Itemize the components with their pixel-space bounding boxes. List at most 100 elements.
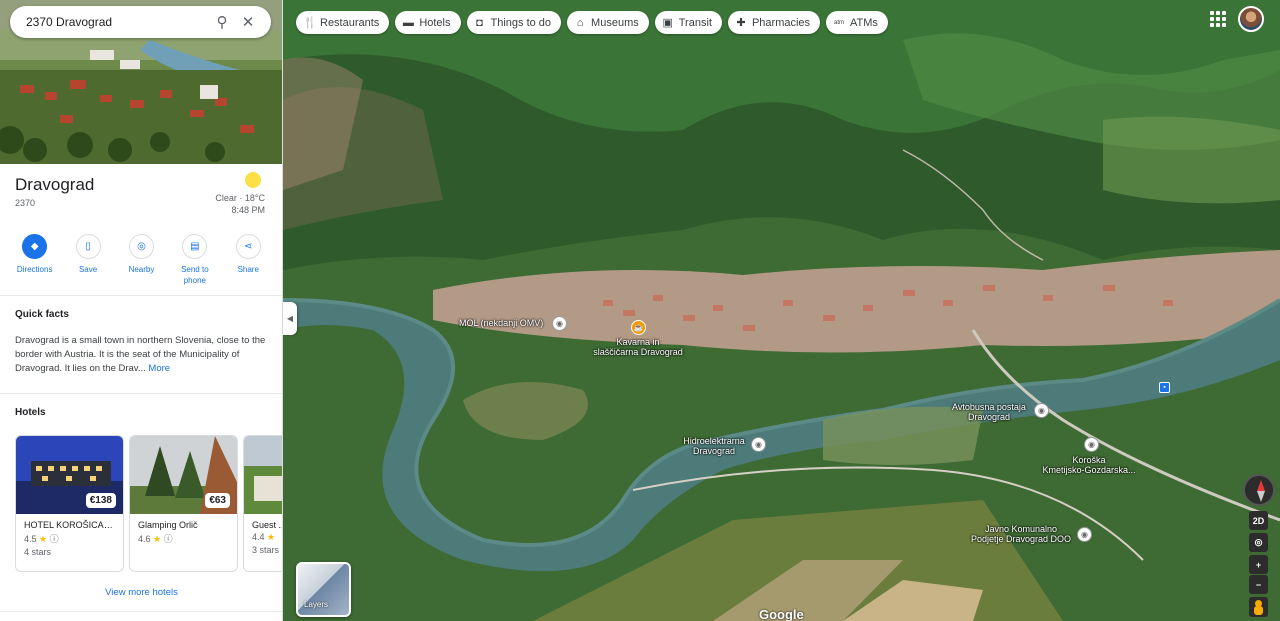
directions-label: Directions [16, 265, 53, 274]
save-label: Save [78, 265, 98, 274]
quick-facts-text: Dravograd is a small town in northern Sl… [15, 334, 270, 376]
compass-icon[interactable] [1243, 474, 1275, 506]
map-canvas[interactable]: 🍴 Restaurants ▬ Hotels ◘ Things to do ⌂ Muse… [283, 0, 1280, 621]
landmark-pin-icon[interactable]: ◉ [751, 437, 766, 452]
avatar[interactable] [1238, 6, 1264, 32]
share-icon: ⋖ [235, 234, 261, 259]
pegman-icon[interactable] [1249, 597, 1268, 617]
map-label-kavarna[interactable]: Kavarna in slaščičarna Dravograd [588, 337, 688, 357]
close-icon[interactable]: ✕ [235, 13, 261, 31]
place-postal-code: 2370 [15, 198, 36, 208]
side-panel: 2370 Dravograd ⚲ ✕ Dravograd 2370 Clear … [0, 0, 283, 621]
phone-icon: ▤ [182, 234, 208, 259]
hotel-name: HOTEL KOROŠICA, ... [24, 520, 117, 530]
layers-button[interactable]: Layers [296, 562, 351, 617]
bed-icon: ▬ [402, 16, 414, 29]
gas-station-pin-icon[interactable]: ◉ [552, 316, 567, 331]
info-icon[interactable]: ⓘ [164, 534, 173, 544]
hotel-card[interactable]: €138 HOTEL KOROŠICA, ... 4.5 ★ ⓘ 4 stars [15, 435, 124, 572]
map-label-hidroelektrarna[interactable]: Hidroelektrarna Dravograd [679, 436, 749, 456]
map-label-javno-komunalno[interactable]: Javno Komunalno Podjetje Dravograd DOO [966, 524, 1076, 544]
my-location-icon[interactable]: ◎ [1249, 533, 1268, 552]
shop-pin-icon[interactable]: ◉ [1084, 437, 1099, 452]
hotel-photo: €138 [16, 436, 123, 514]
hotel-class: 3 stars [252, 545, 280, 555]
toggle-2d-button[interactable]: 2D [1249, 511, 1268, 530]
fork-knife-icon: 🍴 [303, 17, 317, 29]
search-input[interactable]: 2370 Dravograd [26, 15, 209, 29]
search-icon[interactable]: ⚲ [209, 13, 235, 31]
hotel-photo: €63 [130, 436, 237, 514]
zoom-in-button[interactable]: + [1249, 555, 1268, 574]
chip-things-to-do[interactable]: ◘ Things to do [466, 11, 562, 34]
museum-icon: ⌂ [576, 16, 584, 29]
zoom-out-button[interactable]: − [1249, 575, 1268, 594]
cafe-pin-icon[interactable]: ☕ [631, 320, 646, 335]
chip-hotels[interactable]: ▬ Hotels [395, 11, 461, 34]
map-label-mol[interactable]: MOL (nekdanji OMV) [459, 318, 543, 328]
share-button[interactable]: ⋖ Share [223, 234, 273, 286]
chip-label: Restaurants [320, 16, 380, 29]
weather-widget: Clear · 18°C 8:48 PM [215, 172, 265, 216]
weather-time: 8:48 PM [231, 205, 265, 215]
share-label: Share [237, 265, 259, 274]
chip-restaurants[interactable]: 🍴 Restaurants [296, 11, 390, 34]
transit-pin-icon[interactable]: ▪ [1159, 382, 1170, 393]
send-to-phone-button[interactable]: ▤ Send to phone [170, 234, 220, 286]
chip-label: Museums [591, 16, 639, 29]
google-attribution: Google [759, 607, 804, 621]
chip-label: Things to do [490, 16, 552, 29]
hotel-photo [244, 436, 282, 514]
send-to-phone-label-2: phone [183, 276, 206, 285]
more-link[interactable]: More [148, 363, 170, 374]
pharmacy-icon: ✚ [736, 17, 746, 29]
quick-facts-heading: Quick facts [15, 309, 69, 320]
map-label-avtobus-line1: Avtobusna postaja [952, 402, 1026, 412]
chip-pharmacies[interactable]: ✚ Pharmacies [727, 11, 821, 34]
divider [0, 295, 282, 296]
office-pin-icon[interactable]: ◉ [1077, 527, 1092, 542]
map-label-javno-line1: Javno Komunalno [984, 524, 1058, 534]
train-icon: ▣ [662, 17, 673, 29]
search-box[interactable]: 2370 Dravograd ⚲ ✕ [10, 6, 271, 38]
bus-stop-pin-icon[interactable]: ◉ [1034, 403, 1049, 418]
chip-label: Pharmacies [751, 16, 811, 29]
hotel-price: €63 [205, 493, 230, 508]
divider [0, 393, 282, 394]
view-more-hotels-link[interactable]: View more hotels [0, 587, 282, 598]
nearby-button[interactable]: ◎ Nearby [116, 234, 166, 286]
map-label-koroska[interactable]: Koroška Kmetijsko-Gozdarska... [1034, 455, 1144, 475]
action-bar: ◆ Directions ▯ Save ◎ Nearby ▤ Send to p… [0, 234, 282, 286]
collapse-panel-button[interactable]: ◀ [283, 302, 297, 335]
star-icon: ★ [267, 532, 276, 542]
star-icon: ★ [39, 534, 48, 544]
hotel-card[interactable]: Guest ... 4.4 ★ 3 stars [243, 435, 282, 572]
satellite-3d-view [283, 0, 1280, 621]
chip-museums[interactable]: ⌂ Museums [567, 11, 649, 34]
hotel-class [130, 545, 237, 547]
chip-atms[interactable]: atm ATMs [826, 11, 888, 34]
directions-button[interactable]: ◆ Directions [10, 234, 60, 286]
camera-icon: ◘ [476, 16, 483, 29]
chip-transit[interactable]: ▣ Transit [654, 11, 722, 34]
sun-icon [245, 172, 261, 188]
bookmark-icon: ▯ [75, 234, 101, 259]
send-to-phone-label: Send to [181, 265, 209, 274]
chip-label: ATMs [850, 16, 878, 29]
apps-grid-icon[interactable] [1210, 11, 1226, 27]
info-icon[interactable]: ⓘ [50, 534, 59, 544]
layers-label: Layers [304, 600, 329, 609]
star-icon: ★ [153, 534, 162, 544]
place-title: Dravograd [15, 175, 95, 194]
map-label-koroska-line2: Kmetijsko-Gozdarska... [1042, 465, 1136, 475]
chevron-left-icon: ◀ [286, 314, 294, 323]
save-button[interactable]: ▯ Save [63, 234, 113, 286]
hotel-rating-value: 4.4 [252, 532, 265, 542]
map-label-avtobusna-postaja[interactable]: Avtobusna postaja Dravograd [949, 402, 1029, 422]
hotel-name: Glamping Orlič [138, 520, 198, 530]
map-label-avtobus-line2: Dravograd [967, 412, 1011, 422]
quick-facts-body: Dravograd is a small town in northern Sl… [15, 335, 266, 374]
weather-condition: Clear · 18°C [215, 193, 265, 203]
hotel-card[interactable]: €63 Glamping Orlič 4.6 ★ ⓘ [129, 435, 238, 572]
map-label-hidro-line2: Dravograd [692, 446, 736, 456]
